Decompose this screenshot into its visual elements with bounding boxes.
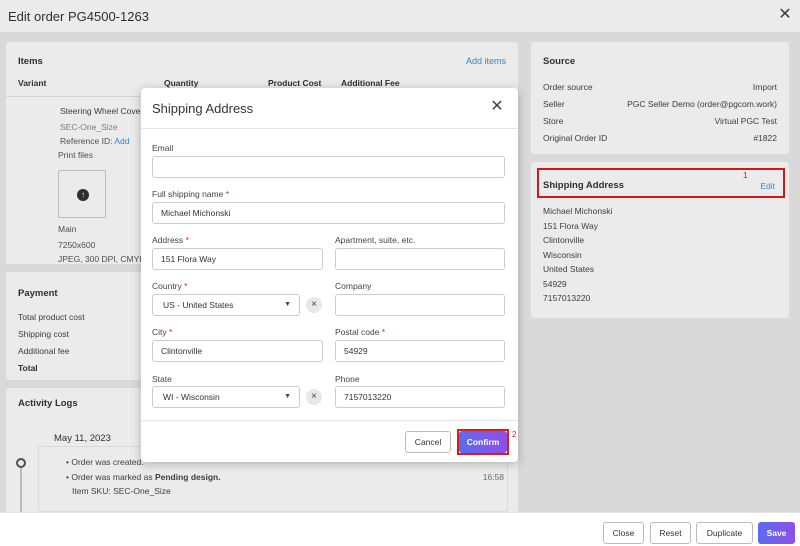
clear-country-button[interactable]: × — [306, 297, 322, 313]
full-name-label: Full shipping name * — [152, 189, 229, 199]
full-name-field[interactable]: Michael Michonski — [152, 202, 505, 224]
chevron-down-icon: ▼ — [284, 393, 291, 400]
address-field[interactable]: 151 Flora Way — [152, 248, 323, 270]
city-field[interactable]: Clintonville — [152, 340, 323, 362]
country-select[interactable]: US - United States ▼ — [152, 294, 300, 316]
full-name-label-text: Full shipping name — [152, 189, 224, 199]
required-mark: * — [381, 327, 386, 337]
cancel-button[interactable]: Cancel — [405, 431, 451, 453]
divider — [141, 420, 518, 421]
phone-field[interactable]: 7157013220 — [335, 386, 505, 408]
company-label: Company — [335, 281, 372, 291]
country-select-value: US - United States — [163, 300, 234, 310]
footer-bar: Close Reset Duplicate Save — [0, 512, 800, 546]
duplicate-button[interactable]: Duplicate — [696, 522, 753, 544]
email-label: Email — [152, 143, 174, 153]
postal-code-label-text: Postal code — [335, 327, 380, 337]
reset-button[interactable]: Reset — [650, 522, 691, 544]
annotation-number: 2 — [512, 430, 517, 439]
close-button[interactable]: Close — [603, 522, 644, 544]
required-mark: * — [169, 327, 173, 337]
email-field[interactable] — [152, 156, 505, 178]
postal-code-label: Postal code * — [335, 327, 385, 337]
required-mark: * — [185, 235, 189, 245]
chevron-down-icon: ▼ — [284, 301, 291, 308]
shipping-address-modal: Shipping Address ✕ Email Full shipping n… — [141, 88, 518, 462]
close-icon[interactable]: ✕ — [488, 98, 506, 116]
modal-title: Shipping Address — [152, 101, 254, 116]
state-select[interactable]: WI - Wisconsin ▼ — [152, 386, 300, 408]
company-field[interactable] — [335, 294, 505, 316]
address-label-text: Address — [152, 235, 184, 245]
city-label: City * — [152, 327, 172, 337]
postal-code-field[interactable]: 54929 — [335, 340, 505, 362]
state-select-value: WI - Wisconsin — [163, 392, 220, 402]
state-label: State — [152, 374, 172, 384]
apartment-field[interactable] — [335, 248, 505, 270]
clear-state-button[interactable]: × — [306, 389, 322, 405]
apartment-label: Apartment, suite, etc. — [335, 235, 416, 245]
required-mark: * — [184, 281, 188, 291]
city-label-text: City — [152, 327, 167, 337]
confirm-button[interactable]: Confirm — [459, 431, 507, 453]
save-button[interactable]: Save — [758, 522, 795, 544]
phone-label: Phone — [335, 374, 360, 384]
required-mark: * — [225, 189, 230, 199]
country-label-text: Country — [152, 281, 182, 291]
country-label: Country * — [152, 281, 187, 291]
divider — [141, 128, 518, 129]
address-label: Address * — [152, 235, 189, 245]
